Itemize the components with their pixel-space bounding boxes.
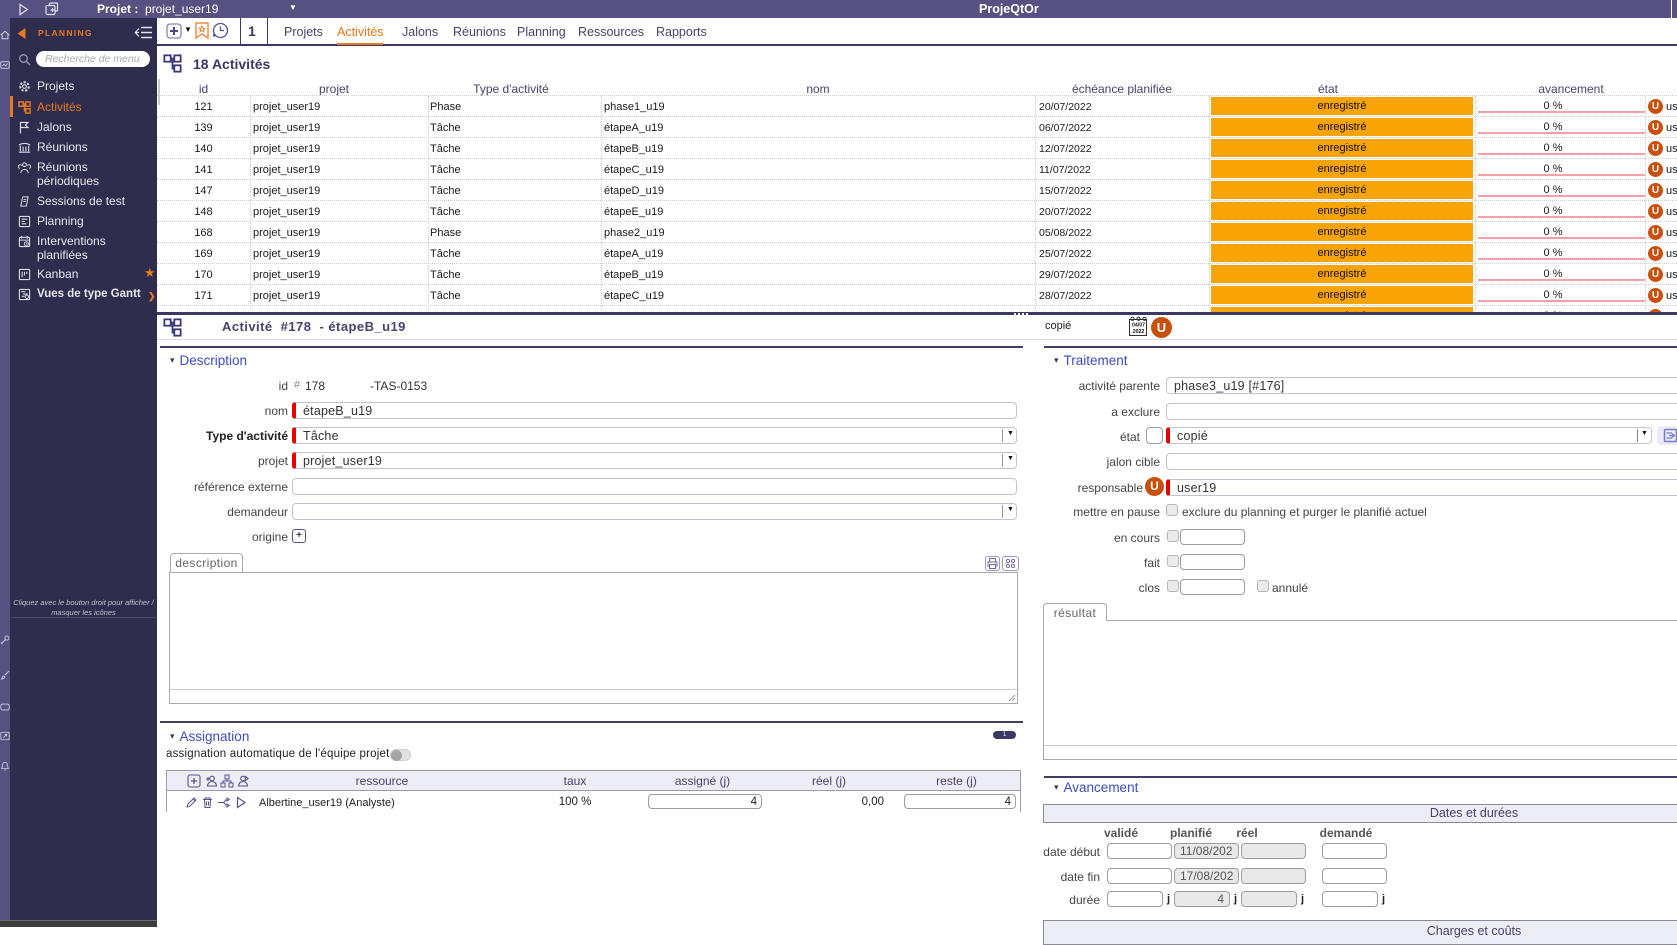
svg-text:04/07: 04/07: [1132, 323, 1145, 329]
svg-text:2022: 2022: [1133, 329, 1145, 335]
